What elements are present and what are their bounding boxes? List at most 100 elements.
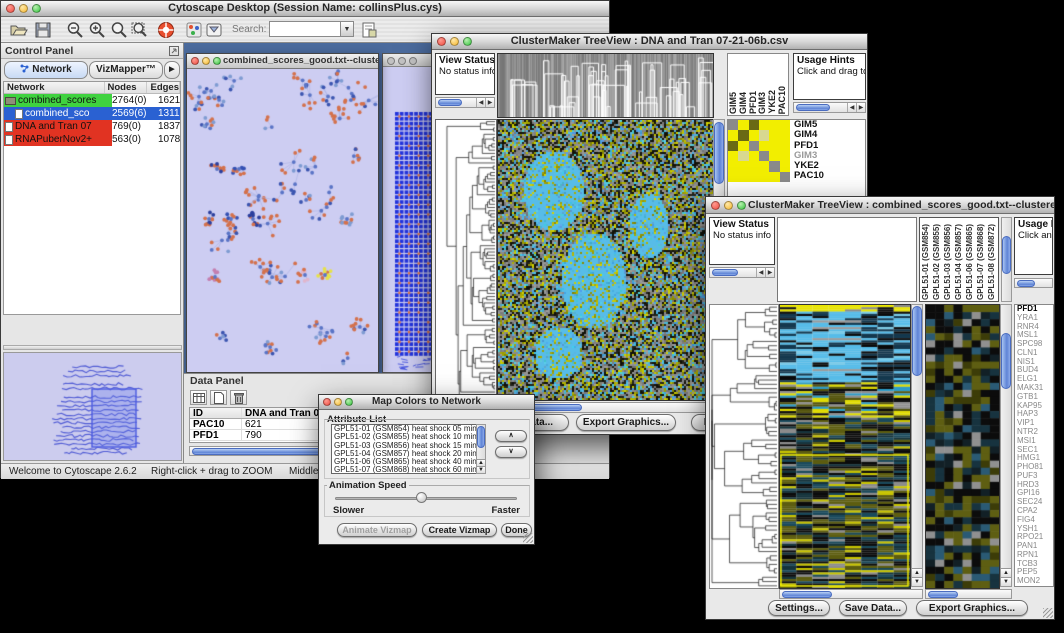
scroll-left-icon[interactable]: ◀: [476, 98, 485, 107]
move-down-button[interactable]: ∨: [495, 446, 527, 458]
annotation-icon[interactable]: [204, 20, 224, 40]
network-canvas[interactable]: [187, 69, 378, 372]
tv2-labels-scrollbar[interactable]: [1001, 217, 1012, 302]
minimize-button[interactable]: [724, 201, 733, 210]
scrollbar-thumb[interactable]: [796, 104, 830, 111]
minimize-button[interactable]: [19, 4, 28, 13]
array-label[interactable]: GPL51-03 (GSM856): [944, 224, 952, 300]
tv1-array-dendrogram[interactable]: [497, 53, 714, 118]
array-label[interactable]: GPL51-06 (GSM865): [966, 224, 974, 300]
scroll-left-icon[interactable]: ◀: [756, 268, 765, 277]
gene-label[interactable]: PAC10: [794, 171, 864, 181]
minimize-button[interactable]: [202, 57, 210, 65]
search-dropdown-icon[interactable]: ▼: [341, 21, 354, 37]
tv2-zoom-heatmap[interactable]: [925, 304, 1000, 589]
scroll-down-icon[interactable]: ▼: [912, 577, 922, 586]
attribute-list-scrollbar[interactable]: ▲▼: [476, 424, 486, 474]
attribute-list[interactable]: GPL51-01 (GSM854) heat shock 05 minGPL51…: [331, 424, 486, 474]
panel-divider[interactable]: [3, 345, 182, 350]
tab-vizmapper[interactable]: VizMapper™: [89, 61, 162, 79]
scroll-down-icon[interactable]: ▼: [1001, 577, 1011, 586]
zoom-button[interactable]: [737, 201, 746, 210]
scroll-down-icon[interactable]: ▼: [477, 466, 485, 473]
close-button[interactable]: [437, 37, 446, 46]
resize-grip[interactable]: [523, 533, 533, 543]
tv2-horizontal-scrollbar[interactable]: [779, 589, 923, 599]
scrollbar-thumb[interactable]: [438, 99, 462, 106]
scroll-up-icon[interactable]: ▲: [1001, 568, 1011, 577]
network1-titlebar[interactable]: combined_scores_good.txt--cluste...: [187, 54, 378, 69]
scrollbar-thumb[interactable]: [912, 306, 922, 376]
scroll-left-icon[interactable]: ◀: [847, 103, 856, 112]
gene-label[interactable]: MON2: [1017, 577, 1053, 586]
tv2-titlebar[interactable]: ClusterMaker TreeView : combined_scores_…: [706, 197, 1054, 214]
tv2-zoom-horizontal-scrollbar[interactable]: [925, 589, 1012, 599]
array-label[interactable]: YKE2: [768, 90, 777, 114]
close-button[interactable]: [6, 4, 15, 13]
minimize-button[interactable]: [450, 37, 459, 46]
vizmapper-icon[interactable]: [184, 20, 204, 40]
tv2-array-dendrogram[interactable]: [777, 217, 917, 302]
scrollbar-thumb[interactable]: [1002, 236, 1011, 274]
array-label[interactable]: GIM5: [729, 92, 738, 114]
array-label[interactable]: GPL51-07 (GSM868): [977, 224, 985, 300]
minimize-button[interactable]: [398, 57, 406, 65]
tv1-gene-dendrogram[interactable]: [435, 119, 497, 401]
tv1-global-heatmap[interactable]: [497, 119, 714, 401]
close-button[interactable]: [323, 398, 331, 406]
tv2-global-heatmap[interactable]: [779, 304, 911, 589]
animate-vizmap-button[interactable]: Animate Vizmap: [337, 523, 417, 537]
scroll-right-icon[interactable]: ▶: [765, 268, 774, 277]
close-button[interactable]: [387, 57, 395, 65]
export-graphics-button[interactable]: Export Graphics...: [576, 414, 676, 431]
float-panel-icon[interactable]: [169, 46, 179, 59]
zoom-button[interactable]: [213, 57, 221, 65]
scrollbar-thumb[interactable]: [782, 591, 832, 598]
create-vizmap-button[interactable]: Create Vizmap: [422, 523, 497, 537]
array-label[interactable]: GPL51-02 (GSM855): [933, 224, 941, 300]
array-label[interactable]: PAC10: [778, 86, 787, 114]
save-data-button[interactable]: Save Data...: [839, 600, 907, 616]
birdseye-view-canvas[interactable]: [4, 353, 181, 460]
zoom-button[interactable]: [463, 37, 472, 46]
scrollbar-thumb[interactable]: [477, 426, 485, 448]
close-button[interactable]: [711, 201, 720, 210]
array-label[interactable]: GPL51-01 (GSM854): [922, 224, 930, 300]
settings-button[interactable]: Settings...: [768, 600, 830, 616]
search-input[interactable]: [269, 21, 341, 37]
delete-attribute-icon[interactable]: [230, 390, 247, 405]
main-titlebar[interactable]: Cytoscape Desktop (Session Name: collins…: [1, 1, 609, 17]
scrollbar-thumb[interactable]: [1017, 280, 1035, 287]
array-label[interactable]: GIM3: [758, 92, 767, 114]
close-button[interactable]: [191, 57, 199, 65]
attribute-batch-icon[interactable]: [359, 20, 379, 40]
tv1-hints-scrollbar[interactable]: ◀▶: [793, 102, 866, 113]
tv2-status-scrollbar[interactable]: ◀▶: [709, 267, 775, 278]
scroll-up-icon[interactable]: ▲: [477, 459, 485, 466]
tv1-status-scrollbar[interactable]: ◀▶: [435, 97, 495, 108]
scrollbar-thumb[interactable]: [712, 269, 738, 276]
tv1-zoom-heatmap[interactable]: [728, 120, 790, 182]
open-folder-icon[interactable]: [9, 20, 29, 40]
move-up-button[interactable]: ∧: [495, 430, 527, 442]
tv2-hints-scrollbar[interactable]: [1014, 278, 1053, 288]
save-icon[interactable]: [33, 20, 53, 40]
tab-overflow-icon[interactable]: ▶: [164, 61, 180, 79]
zoom-selected-icon[interactable]: [109, 20, 129, 40]
tv2-heatmap-scrollbar[interactable]: ▲▼: [911, 304, 923, 587]
tv2-gene-dendrogram[interactable]: [709, 304, 779, 589]
tab-network[interactable]: Network: [4, 61, 88, 79]
attribute-table-icon[interactable]: [190, 390, 207, 405]
network-list-row[interactable]: DNA and Tran 07769(0)183728(0): [4, 120, 180, 133]
scroll-right-icon[interactable]: ▶: [485, 98, 494, 107]
network-list-row[interactable]: RNAPuberNov2+563(0)107847(0): [4, 133, 180, 146]
zoom-in-icon[interactable]: [87, 20, 107, 40]
array-label[interactable]: GPL51-08 (GSM872): [988, 224, 996, 300]
zoom-fit-icon[interactable]: [130, 20, 150, 40]
slider-thumb[interactable]: [416, 492, 427, 503]
zoom-button[interactable]: [345, 398, 353, 406]
scroll-right-icon[interactable]: ▶: [856, 103, 865, 112]
minimize-button[interactable]: [334, 398, 342, 406]
scroll-up-icon[interactable]: ▲: [912, 568, 922, 577]
zoom-button[interactable]: [32, 4, 41, 13]
